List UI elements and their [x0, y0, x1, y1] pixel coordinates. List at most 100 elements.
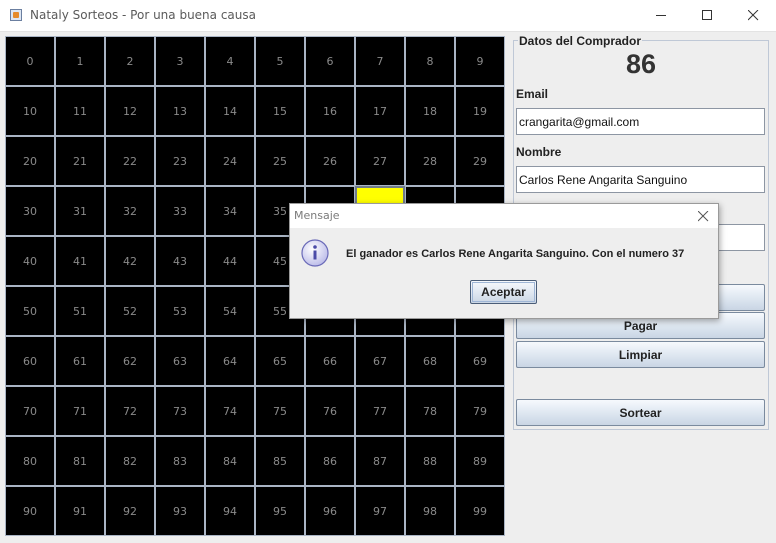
number-cell-72[interactable]: 72 — [105, 386, 155, 436]
number-cell-84[interactable]: 84 — [205, 436, 255, 486]
number-cell-71[interactable]: 71 — [55, 386, 105, 436]
number-cell-74[interactable]: 74 — [205, 386, 255, 436]
close-button[interactable] — [730, 0, 776, 31]
number-cell-41[interactable]: 41 — [55, 236, 105, 286]
number-cell-87[interactable]: 87 — [355, 436, 405, 486]
number-cell-64[interactable]: 64 — [205, 336, 255, 386]
number-cell-82[interactable]: 82 — [105, 436, 155, 486]
number-cell-2[interactable]: 2 — [105, 36, 155, 86]
dialog-close-button[interactable] — [692, 206, 716, 226]
number-cell-30[interactable]: 30 — [5, 186, 55, 236]
number-cell-33[interactable]: 33 — [155, 186, 205, 236]
number-cell-1[interactable]: 1 — [55, 36, 105, 86]
number-cell-40[interactable]: 40 — [5, 236, 55, 286]
number-cell-32[interactable]: 32 — [105, 186, 155, 236]
number-cell-53[interactable]: 53 — [155, 286, 205, 336]
number-cell-3[interactable]: 3 — [155, 36, 205, 86]
maximize-icon — [702, 10, 712, 20]
number-cell-50[interactable]: 50 — [5, 286, 55, 336]
number-cell-42[interactable]: 42 — [105, 236, 155, 286]
number-cell-14[interactable]: 14 — [205, 86, 255, 136]
number-cell-54[interactable]: 54 — [205, 286, 255, 336]
number-cell-61[interactable]: 61 — [55, 336, 105, 386]
number-cell-18[interactable]: 18 — [405, 86, 455, 136]
name-field[interactable] — [516, 166, 765, 193]
number-cell-86[interactable]: 86 — [305, 436, 355, 486]
number-cell-76[interactable]: 76 — [305, 386, 355, 436]
number-cell-89[interactable]: 89 — [455, 436, 505, 486]
number-cell-43[interactable]: 43 — [155, 236, 205, 286]
number-cell-0[interactable]: 0 — [5, 36, 55, 86]
number-cell-99[interactable]: 99 — [455, 486, 505, 536]
number-cell-79[interactable]: 79 — [455, 386, 505, 436]
number-cell-96[interactable]: 96 — [305, 486, 355, 536]
number-cell-83[interactable]: 83 — [155, 436, 205, 486]
number-cell-26[interactable]: 26 — [305, 136, 355, 186]
email-field[interactable] — [516, 108, 765, 135]
accept-button[interactable]: Aceptar — [470, 280, 537, 304]
number-cell-21[interactable]: 21 — [55, 136, 105, 186]
number-cell-70[interactable]: 70 — [5, 386, 55, 436]
number-cell-67[interactable]: 67 — [355, 336, 405, 386]
minimize-button[interactable] — [638, 0, 684, 31]
window-title: Nataly Sorteos - Por una buena causa — [30, 8, 256, 22]
number-cell-12[interactable]: 12 — [105, 86, 155, 136]
number-cell-94[interactable]: 94 — [205, 486, 255, 536]
number-cell-97[interactable]: 97 — [355, 486, 405, 536]
draw-button[interactable]: Sortear — [516, 399, 765, 426]
number-cell-44[interactable]: 44 — [205, 236, 255, 286]
maximize-button[interactable] — [684, 0, 730, 31]
number-cell-31[interactable]: 31 — [55, 186, 105, 236]
number-cell-10[interactable]: 10 — [5, 86, 55, 136]
number-cell-78[interactable]: 78 — [405, 386, 455, 436]
number-cell-80[interactable]: 80 — [5, 436, 55, 486]
number-cell-81[interactable]: 81 — [55, 436, 105, 486]
number-cell-7[interactable]: 7 — [355, 36, 405, 86]
number-cell-51[interactable]: 51 — [55, 286, 105, 336]
number-cell-90[interactable]: 90 — [5, 486, 55, 536]
number-cell-69[interactable]: 69 — [455, 336, 505, 386]
number-cell-28[interactable]: 28 — [405, 136, 455, 186]
number-cell-66[interactable]: 66 — [305, 336, 355, 386]
app-icon — [10, 9, 22, 21]
number-cell-75[interactable]: 75 — [255, 386, 305, 436]
number-cell-29[interactable]: 29 — [455, 136, 505, 186]
number-cell-8[interactable]: 8 — [405, 36, 455, 86]
number-cell-95[interactable]: 95 — [255, 486, 305, 536]
number-cell-16[interactable]: 16 — [305, 86, 355, 136]
number-cell-15[interactable]: 15 — [255, 86, 305, 136]
number-cell-11[interactable]: 11 — [55, 86, 105, 136]
dialog-title-bar: Mensaje — [290, 204, 718, 228]
number-cell-19[interactable]: 19 — [455, 86, 505, 136]
number-cell-5[interactable]: 5 — [255, 36, 305, 86]
number-cell-23[interactable]: 23 — [155, 136, 205, 186]
dialog-title: Mensaje — [294, 209, 340, 222]
number-cell-63[interactable]: 63 — [155, 336, 205, 386]
number-cell-73[interactable]: 73 — [155, 386, 205, 436]
clear-button[interactable]: Limpiar — [516, 341, 765, 368]
number-cell-22[interactable]: 22 — [105, 136, 155, 186]
number-cell-25[interactable]: 25 — [255, 136, 305, 186]
number-cell-24[interactable]: 24 — [205, 136, 255, 186]
number-cell-98[interactable]: 98 — [405, 486, 455, 536]
number-cell-60[interactable]: 60 — [5, 336, 55, 386]
number-cell-4[interactable]: 4 — [205, 36, 255, 86]
number-cell-52[interactable]: 52 — [105, 286, 155, 336]
number-cell-65[interactable]: 65 — [255, 336, 305, 386]
number-cell-91[interactable]: 91 — [55, 486, 105, 536]
number-cell-68[interactable]: 68 — [405, 336, 455, 386]
number-cell-13[interactable]: 13 — [155, 86, 205, 136]
number-cell-77[interactable]: 77 — [355, 386, 405, 436]
number-cell-85[interactable]: 85 — [255, 436, 305, 486]
number-cell-93[interactable]: 93 — [155, 486, 205, 536]
number-cell-17[interactable]: 17 — [355, 86, 405, 136]
number-cell-20[interactable]: 20 — [5, 136, 55, 186]
selected-number: 86 — [625, 49, 657, 79]
number-cell-27[interactable]: 27 — [355, 136, 405, 186]
number-cell-34[interactable]: 34 — [205, 186, 255, 236]
number-cell-9[interactable]: 9 — [455, 36, 505, 86]
number-cell-62[interactable]: 62 — [105, 336, 155, 386]
number-cell-92[interactable]: 92 — [105, 486, 155, 536]
number-cell-88[interactable]: 88 — [405, 436, 455, 486]
number-cell-6[interactable]: 6 — [305, 36, 355, 86]
